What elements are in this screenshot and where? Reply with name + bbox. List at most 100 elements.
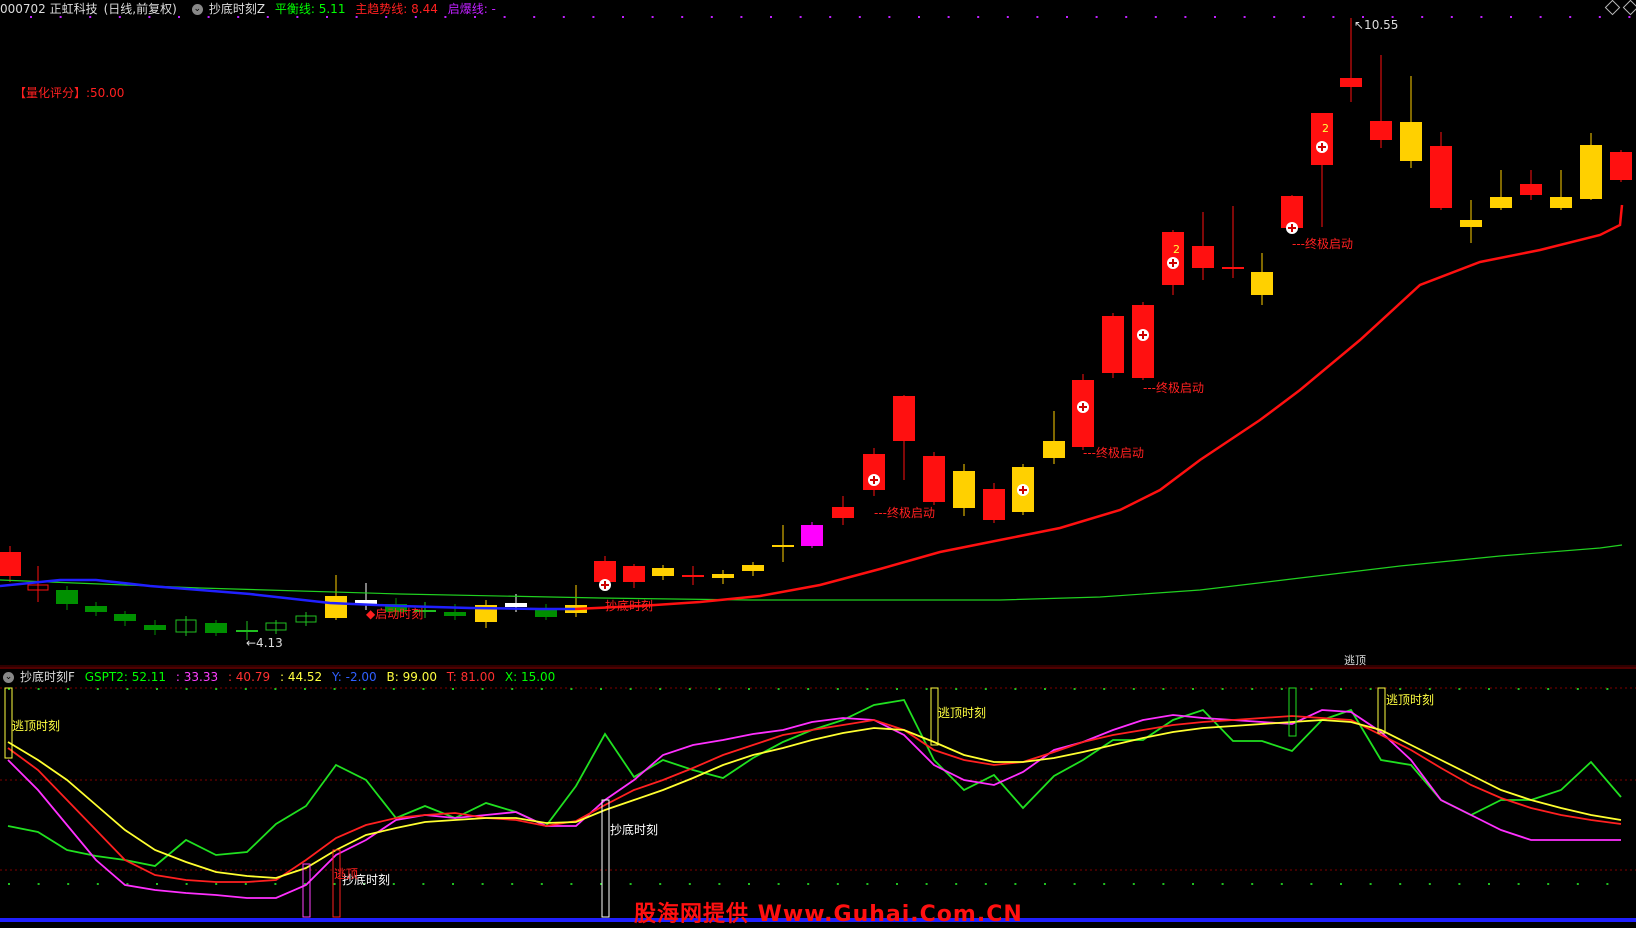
sub-dot: [1517, 883, 1520, 885]
bottom-label: 抄底时刻: [610, 822, 658, 837]
sub-chart-header: ⌄ 抄底时刻F GSPT2: 52.11 : 33.33 : 40.79 : 44…: [0, 668, 561, 686]
sub-dot: [333, 883, 336, 885]
sub-dot: [1014, 883, 1017, 885]
sub-dot: [363, 688, 366, 690]
sub-dot: [67, 883, 70, 885]
sub-dot: [1340, 883, 1342, 885]
candle-body: [1192, 246, 1214, 268]
sub-dot: [422, 688, 425, 690]
signal-bar: [1377, 687, 1386, 734]
sub-dot: [984, 883, 987, 885]
candle-body: [1610, 152, 1632, 180]
candle-body: [1370, 121, 1392, 140]
sub-dot: [925, 883, 928, 885]
escape-label: 逃顶时刻: [1386, 693, 1434, 707]
launch-annotation: ---终极启动: [1083, 445, 1144, 460]
sub-dot: [1073, 688, 1076, 690]
candle-body: [1550, 197, 1572, 208]
sub-dot: [1044, 883, 1046, 885]
sub-dot: [1251, 883, 1254, 885]
candle-body: [1043, 441, 1065, 458]
sub-dot: [1369, 688, 1372, 690]
candle-body: [205, 623, 227, 633]
sub-dot: [511, 688, 514, 690]
indicator-name[interactable]: 抄底时刻Z: [209, 2, 265, 16]
sub-dot: [896, 688, 898, 690]
candle-body: [923, 456, 945, 502]
sub-line-red: [7, 715, 1622, 883]
sub-dot: [511, 883, 514, 885]
sub-dot: [274, 688, 277, 690]
candle-body: [983, 489, 1005, 520]
sub-dot: [748, 688, 750, 690]
sub-dot: [67, 688, 70, 690]
line-trend: 主趋势线: 8.44: [355, 2, 438, 16]
sub-value: T: 81.00: [446, 670, 496, 684]
sub-dot: [1576, 688, 1579, 690]
sub-dot: [37, 688, 40, 690]
sub-dot: [215, 883, 218, 885]
launch-annotation: ---终极启动: [1292, 236, 1353, 251]
chevron-down-icon[interactable]: ⌄: [3, 672, 14, 683]
sub-dot: [1280, 688, 1283, 690]
sub-dot: [866, 883, 869, 885]
sub-dot: [955, 883, 958, 885]
sub-value: : 40.79: [227, 670, 271, 684]
escape-tag: 逃顶: [1344, 654, 1366, 667]
escape-tag: 逃顶: [334, 867, 358, 881]
sub-dot: [777, 688, 780, 690]
signal-bar: [601, 799, 610, 918]
sub-value: X: 15.00: [504, 670, 556, 684]
sub-dot: [185, 883, 188, 885]
sub-dot: [1162, 883, 1165, 885]
candle-body: [1132, 305, 1154, 378]
sub-dot: [1192, 688, 1194, 690]
candle-body: [1311, 113, 1333, 165]
chevron-down-icon[interactable]: ⌄: [191, 4, 203, 15]
sub-dot: [1132, 688, 1135, 690]
sub-dot: [1221, 883, 1224, 885]
candle-body: [652, 568, 674, 576]
count-label: 2: [1322, 122, 1329, 135]
sub-dot: [1399, 688, 1402, 690]
balance-line: [0, 544, 1623, 601]
sub-dot: [1340, 688, 1342, 690]
sub-dot: [304, 688, 306, 690]
candle-body: [742, 565, 764, 571]
candle-body: [1490, 197, 1512, 208]
sub-dot: [333, 688, 336, 690]
sub-dot: [836, 688, 839, 690]
trend-line: [574, 204, 1624, 611]
candle-body: [1222, 267, 1244, 269]
launch-annotation: ---终极启动: [1143, 380, 1204, 395]
candle-body: [801, 525, 823, 546]
sub-dot: [777, 883, 780, 885]
sub-dot: [1192, 883, 1194, 885]
watermark: 股海网提供 Www.Guhai.Com.CN: [634, 902, 1023, 927]
candle-body: [1340, 78, 1362, 87]
sub-dot: [156, 688, 158, 690]
sub-line-magenta: [7, 709, 1621, 899]
sub-dot: [37, 883, 40, 885]
stock-title[interactable]: 000702 正虹科技 (日线,前复权): [0, 2, 183, 16]
sub-dot: [1103, 688, 1106, 690]
start-annotation: ◆启动时刻: [366, 607, 423, 621]
sub-dot: [1162, 688, 1165, 690]
candle-body: [682, 575, 704, 577]
chart-canvas[interactable]: ↖10.55 ←4.13 ---终极启动 ---终极启动 ---终极启动 ---终极启动 ◆…: [0, 0, 1636, 926]
candle-body: [144, 625, 166, 630]
sub-dot: [1310, 688, 1313, 690]
sub-dot: [392, 883, 395, 885]
sub-dot: [866, 688, 869, 690]
candle-body: [772, 545, 794, 547]
candle-body: [505, 603, 527, 607]
sub-dot: [1576, 883, 1579, 885]
sub-indicator-name[interactable]: 抄底时刻F: [20, 670, 75, 684]
candle-body: [623, 566, 645, 582]
candle-body: [1251, 272, 1273, 295]
sub-dot: [1428, 883, 1431, 885]
candle-body: [712, 574, 734, 578]
sub-line-yellow: [7, 719, 1622, 879]
sub-dot: [96, 883, 99, 885]
candle-body: [953, 471, 975, 508]
